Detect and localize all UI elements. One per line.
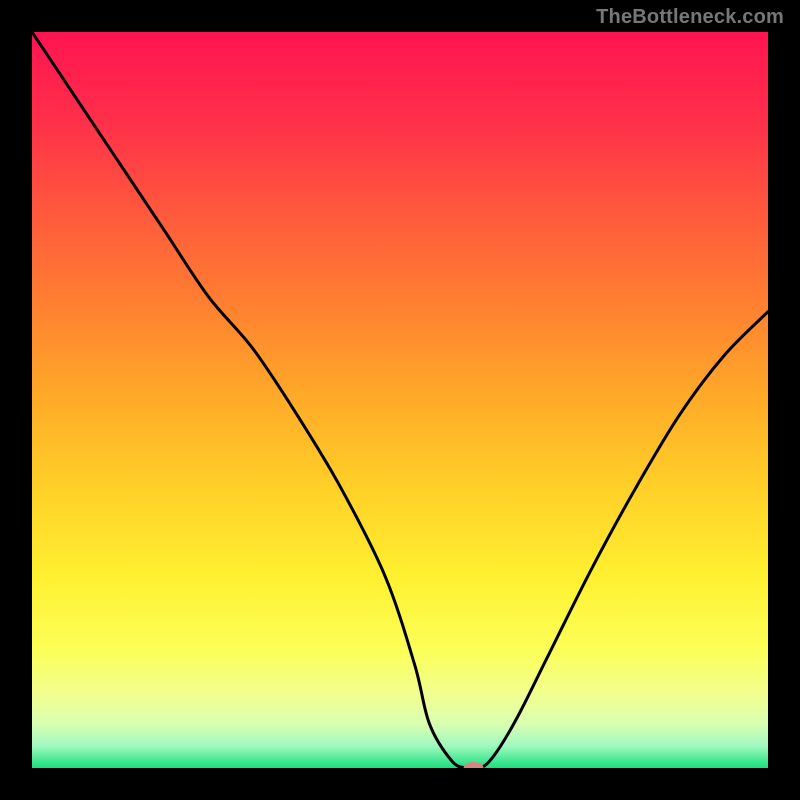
gradient-background	[32, 32, 768, 768]
watermark-text: TheBottleneck.com	[596, 6, 784, 29]
plot-area	[32, 32, 768, 768]
chart-svg	[32, 32, 768, 768]
chart-frame: TheBottleneck.com	[0, 0, 800, 800]
